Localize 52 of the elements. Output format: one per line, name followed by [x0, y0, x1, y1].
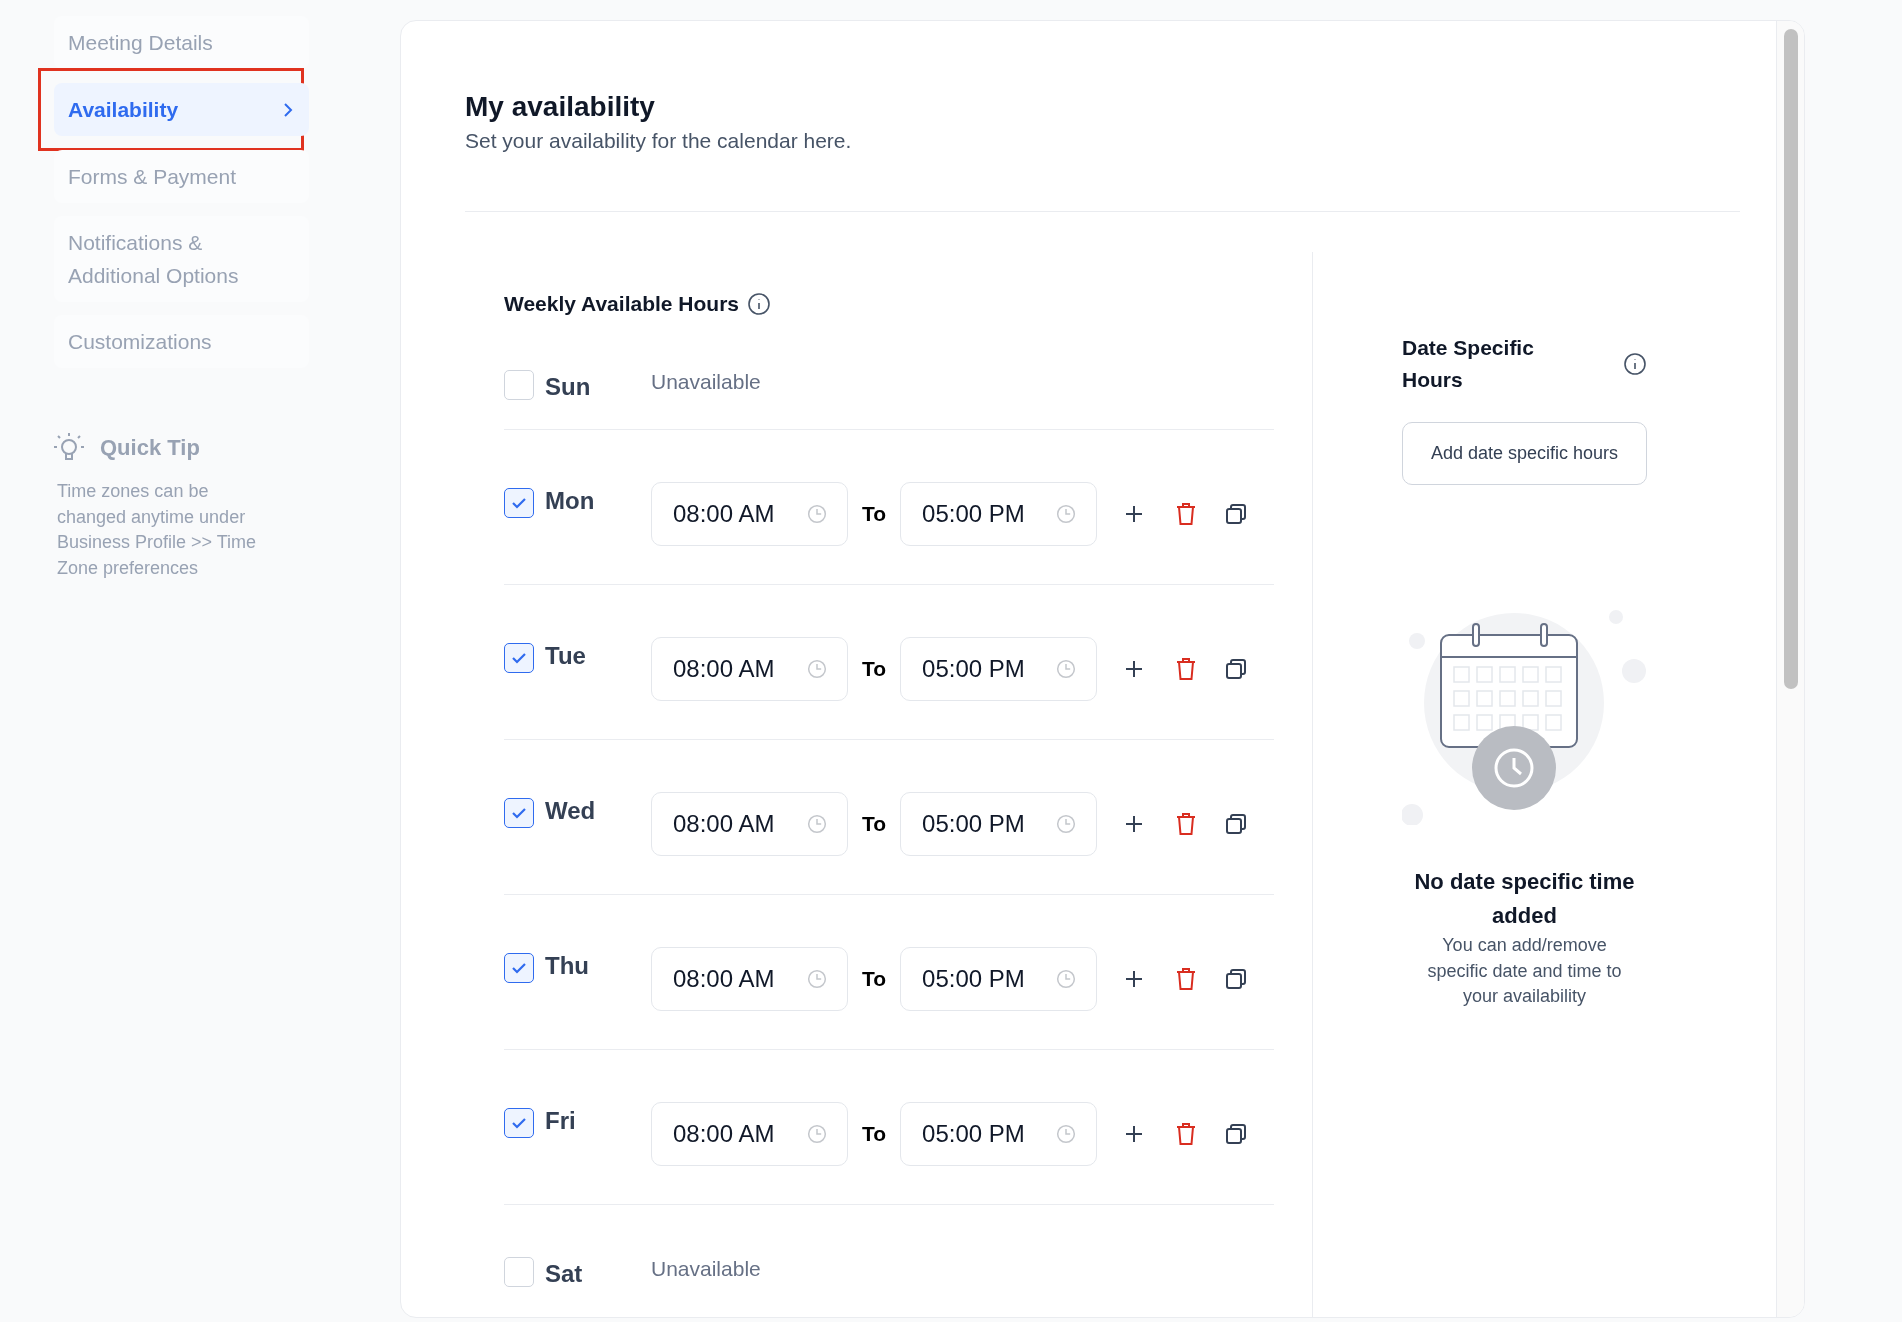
day-label: Wed — [544, 797, 597, 825]
clock-icon — [1056, 504, 1077, 524]
day-label: Fri — [544, 1107, 577, 1135]
scrollbar-thumb[interactable] — [1783, 29, 1798, 689]
day-checkbox[interactable] — [504, 798, 534, 828]
to-label: To — [862, 1122, 887, 1146]
day-checkbox[interactable] — [504, 953, 534, 983]
clock-icon — [807, 969, 827, 989]
empty-state-title: No date specific time added — [1413, 868, 1636, 930]
info-icon — [747, 292, 771, 316]
end-time-field[interactable]: 05:00 PM — [900, 1102, 1098, 1166]
quick-tip-text: Time zones can be changed anytime under Business Profile >> Time Zone preferences — [57, 480, 258, 580]
clock-icon — [1056, 969, 1077, 989]
day-label: Mon — [544, 487, 596, 515]
start-time-field[interactable]: 08:00 AM — [651, 482, 848, 546]
section-title: Weekly Available Hours — [504, 292, 739, 316]
unavailable-label: Unavailable — [651, 1257, 761, 1281]
start-time-field[interactable]: 08:00 AM — [651, 792, 848, 856]
start-time-field[interactable]: 08:00 AM — [651, 1102, 848, 1166]
empty-state-text: You can add/remove specific date and time to your availability — [1426, 934, 1623, 1008]
unavailable-label: Unavailable — [651, 370, 761, 394]
to-label: To — [862, 812, 887, 836]
page-title: My availability — [465, 90, 656, 124]
day-checkbox[interactable] — [504, 1108, 534, 1138]
end-time-field[interactable]: 05:00 PM — [900, 482, 1098, 546]
clock-icon — [807, 814, 827, 834]
add-date-specific-hours-button[interactable]: Add date specific hours — [1402, 422, 1647, 485]
end-time-field[interactable]: 05:00 PM — [900, 792, 1098, 856]
section-title: Date Specific Hours — [1402, 335, 1535, 393]
clock-icon — [807, 1124, 827, 1144]
clock-icon — [807, 504, 827, 524]
day-label: Thu — [544, 952, 590, 980]
clock-icon — [1056, 659, 1077, 679]
to-label: To — [862, 967, 887, 991]
day-checkbox[interactable] — [504, 488, 534, 518]
page-subtitle: Set your availability for the calendar here. — [465, 129, 853, 153]
day-label: Tue — [544, 642, 587, 670]
quick-tip-title: Quick Tip — [100, 435, 200, 461]
day-label: Sat — [544, 1260, 584, 1288]
day-checkbox[interactable] — [504, 643, 534, 673]
clock-icon — [807, 659, 827, 679]
to-label: To — [862, 657, 887, 681]
to-label: To — [862, 502, 887, 526]
end-time-field[interactable]: 05:00 PM — [900, 947, 1098, 1011]
clock-icon — [1056, 814, 1077, 834]
start-time-field[interactable]: 08:00 AM — [651, 947, 848, 1011]
clock-icon — [1056, 1124, 1077, 1144]
end-time-field[interactable]: 05:00 PM — [900, 637, 1098, 701]
info-icon — [1623, 352, 1647, 376]
start-time-field[interactable]: 08:00 AM — [651, 637, 848, 701]
day-label: Sun — [544, 373, 592, 401]
sidebar-item[interactable]: Availability — [54, 83, 309, 136]
